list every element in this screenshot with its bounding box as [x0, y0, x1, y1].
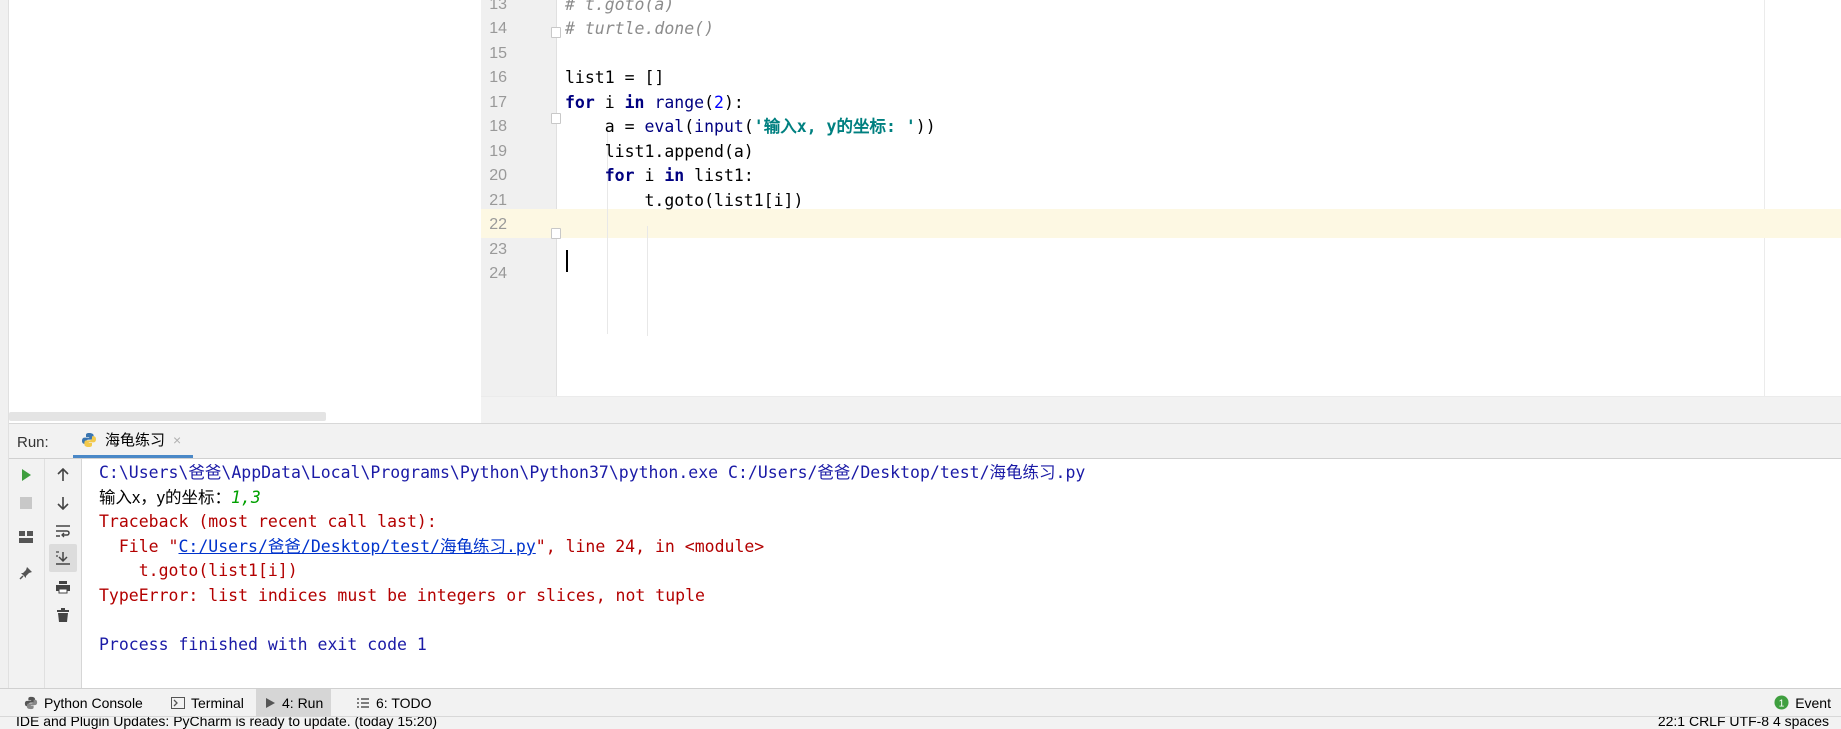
tool-window-label: 4: Run — [282, 694, 324, 711]
rerun-icon[interactable] — [12, 461, 40, 489]
todo-icon — [357, 697, 369, 708]
tool-window-label: Python Console — [44, 694, 143, 711]
trash-icon[interactable] — [49, 601, 77, 629]
print-icon[interactable] — [49, 573, 77, 601]
console-user-input: 1,3 — [231, 488, 261, 507]
console-prompt: 输入x，y的坐标： — [99, 489, 231, 507]
code-line: t.goto(list1[i]) — [565, 191, 804, 210]
restore-layout-icon[interactable] — [12, 523, 40, 551]
left-tool-strip — [0, 0, 9, 688]
terminal-icon — [171, 696, 185, 709]
traceback-file-link[interactable]: C:/Users/爸爸/Desktop/test/海龟练习.py — [178, 537, 535, 556]
soft-wrap-icon[interactable] — [49, 517, 77, 545]
console-input-line: 输入x，y的坐标：1,3 — [99, 486, 261, 510]
project-horizontal-scrollbar[interactable] — [9, 412, 326, 421]
tool-window-run[interactable]: 4: Run — [256, 689, 332, 716]
arrow-up-icon[interactable] — [49, 461, 77, 489]
error-message: TypeError: list indices must be integers… — [99, 586, 705, 605]
tool-window-todo[interactable]: 6: TODO — [348, 689, 440, 716]
fold-marker-icon[interactable] — [551, 27, 561, 38]
fold-marker-icon[interactable] — [551, 113, 561, 124]
tool-window-terminal[interactable]: Terminal — [163, 689, 252, 716]
traceback-file-suffix: ", line 24, in <module> — [535, 537, 765, 556]
status-indicators[interactable]: 22:1 CRLF UTF-8 4 spaces — [1658, 717, 1829, 729]
console-command-line: C:\Users\爸爸\AppData\Local\Programs\Pytho… — [99, 463, 1086, 482]
python-file-icon — [82, 432, 96, 447]
tool-window-python-console[interactable]: Python Console — [16, 689, 151, 716]
traceback-header: Traceback (most recent call last): — [99, 512, 437, 531]
fold-marker-icon[interactable] — [551, 228, 561, 239]
editor-bottom-bar — [481, 396, 1841, 423]
run-tab-label: 海龟练习 — [105, 432, 166, 449]
close-icon[interactable]: × — [173, 432, 181, 448]
status-message[interactable]: IDE and Plugin Updates: PyCharm is ready… — [16, 717, 437, 729]
run-tool-header: Run: 海龟练习 × — [9, 423, 1841, 459]
gutter-separator — [556, 0, 557, 396]
run-tab[interactable]: 海龟练习 × — [73, 424, 194, 458]
tool-window-bar: Python Console Terminal 4: Run 6: TODO 1… — [0, 688, 1841, 716]
line-number: 24 — [489, 265, 507, 282]
indent-guide — [647, 226, 648, 336]
traceback-code-line: t.goto(list1[i]) — [99, 561, 298, 580]
tool-window-label: 6: TODO — [376, 694, 432, 711]
run-toolbar-secondary — [45, 459, 82, 688]
traceback-file-line: File "C:/Users/爸爸/Desktop/test/海龟练习.py",… — [99, 535, 764, 559]
code-line: # turtle.done() — [565, 19, 715, 38]
traceback-file-prefix: File " — [99, 537, 179, 556]
python-console-icon — [24, 696, 38, 709]
event-log-button[interactable]: 1 Event — [1766, 689, 1839, 716]
process-exit-message: Process finished with exit code 1 — [99, 635, 427, 654]
tool-window-label: Terminal — [191, 694, 244, 711]
run-toolbar-primary — [9, 459, 45, 688]
project-pane — [9, 0, 481, 422]
run-icon — [266, 697, 275, 708]
svg-text:1: 1 — [1779, 698, 1785, 709]
arrow-down-icon[interactable] — [49, 489, 77, 517]
scroll-to-end-icon[interactable] — [49, 544, 77, 572]
event-log-badge-icon: 1 — [1774, 695, 1789, 710]
status-bar: IDE and Plugin Updates: PyCharm is ready… — [0, 716, 1841, 729]
stop-icon[interactable] — [12, 489, 40, 517]
pin-icon[interactable] — [12, 559, 40, 587]
right-margin-guide — [1764, 0, 1765, 396]
event-log-label: Event — [1795, 694, 1831, 711]
run-label: Run: — [17, 434, 49, 451]
run-console-output[interactable]: C:\Users\爸爸\AppData\Local\Programs\Pytho… — [82, 459, 1841, 688]
text-caret — [566, 250, 568, 272]
